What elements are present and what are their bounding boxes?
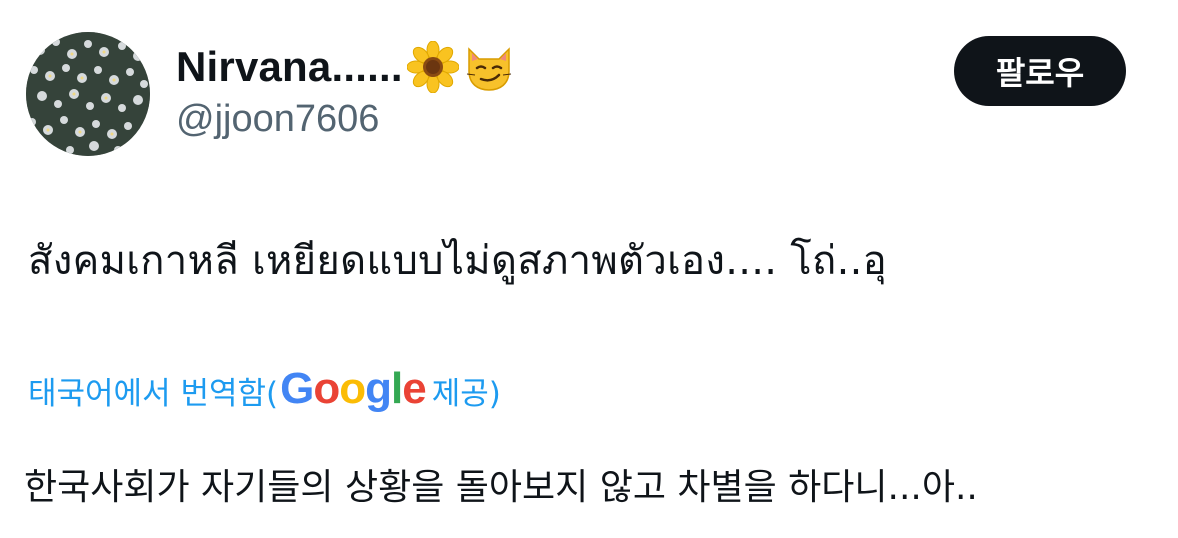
translated-text: 한국사회가 자기들의 상황을 돌아보지 않고 차별을 하다니...아.. [24, 467, 978, 508]
translation-attribution: 태국어에서 번역함( Google 제공) [28, 362, 501, 418]
name-row: Nirvana...... [176, 36, 515, 98]
avatar[interactable] [26, 32, 150, 156]
smirking-cat-icon [463, 41, 515, 93]
translation-provider-suffix: 제공) [431, 375, 501, 412]
tweet-text: สังคมเกาหลี เหยียดแบบไม่ดูสภาพตัวเอง....… [28, 238, 887, 284]
sunflower-icon [406, 41, 459, 93]
display-name[interactable]: Nirvana...... [176, 43, 403, 91]
google-logo-icon: Google [280, 364, 427, 413]
avatar-image [26, 32, 150, 156]
translate-link[interactable]: 태국어에서 번역함( [28, 368, 278, 413]
user-info: Nirvana...... @jjoon7606 [176, 36, 515, 141]
user-handle[interactable]: @jjoon7606 [176, 98, 515, 141]
tweet-header: Nirvana...... @jjoon7606 팔로우 [26, 32, 1136, 162]
follow-button[interactable]: 팔로우 [954, 36, 1126, 106]
